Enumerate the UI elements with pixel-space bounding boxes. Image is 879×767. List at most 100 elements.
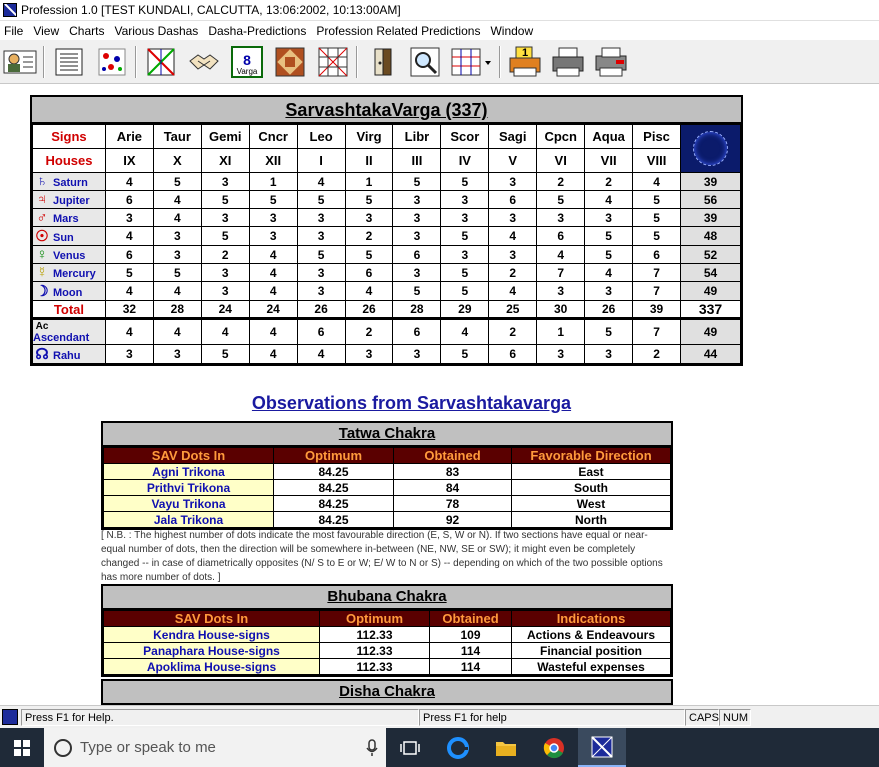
value-cell: 3	[152, 245, 202, 264]
stars-chart-button[interactable]	[94, 44, 130, 80]
value-cell: 2	[488, 317, 538, 345]
chakra-cell: 84.25	[273, 463, 394, 480]
chakra-cell: 83	[393, 463, 512, 480]
start-button[interactable]	[0, 728, 44, 767]
planet-label-cell: ♂ Mars	[32, 208, 106, 227]
value-cell: 3	[392, 190, 442, 209]
taskbar-search-box[interactable]: Type or speak to me	[44, 728, 386, 767]
planet-row: ☊ Rahu 3 3 5 4 4 3 3 5 6 3 3 2 44	[32, 344, 741, 364]
chakra-cell: Agni Trikona	[103, 463, 274, 480]
value-cell: 5	[104, 263, 154, 282]
houses-label: Houses	[32, 148, 106, 173]
chakra-cell: Prithvi Trikona	[103, 479, 274, 496]
menu-file[interactable]: File	[0, 24, 29, 38]
chakra-cell: North	[511, 511, 671, 528]
planet-row: ☽ Moon 4 4 3 4 3 4 5 5 4 3 3 7 49	[32, 281, 741, 301]
magnifier-button[interactable]	[407, 44, 443, 80]
value-cell: 1	[536, 317, 586, 345]
toolbar-separator	[356, 45, 358, 78]
planet-name: Mars	[53, 213, 79, 225]
value-cell: 5	[584, 245, 634, 264]
bhubana-rows: Kendra House-signs 112.33 109 Actions & End…	[103, 626, 671, 675]
planet-symbol-icon: ♀	[36, 246, 48, 263]
total-cell: 26	[584, 300, 634, 319]
chakra-cell: Wasteful expenses	[511, 658, 671, 675]
person-card-button[interactable]	[2, 44, 38, 80]
varga-button[interactable]: 8 Varga	[229, 44, 265, 80]
sign-cell: Aqua	[584, 124, 634, 149]
value-cell: 3	[296, 226, 346, 246]
row-total-cell: 44	[680, 344, 741, 364]
value-cell: 3	[200, 208, 250, 227]
planet-symbol-icon: ☊	[35, 346, 49, 363]
sign-cell: Taur	[152, 124, 202, 149]
print-number: 1	[521, 46, 529, 59]
status-num: NUM	[719, 708, 751, 726]
printer-setup-icon	[595, 47, 627, 76]
bhubana-title: Bhubana Chakra	[103, 586, 671, 610]
value-cell: 1	[248, 172, 298, 191]
print-preview-button[interactable]: 1	[507, 44, 543, 80]
print-setup-button[interactable]	[593, 44, 629, 80]
chakra-cell: Actions & Endeavours	[511, 626, 671, 643]
value-cell: 3	[536, 344, 586, 364]
value-cell: 5	[632, 226, 682, 246]
chakra-cell: 92	[393, 511, 512, 528]
value-cell: 3	[104, 208, 154, 227]
planet-label-cell: AcAscendant	[32, 317, 106, 345]
value-cell: 3	[584, 208, 634, 227]
planet-name: Rahu	[53, 350, 81, 362]
menu-window[interactable]: Window	[486, 24, 539, 38]
stars-chart-icon	[98, 48, 126, 75]
value-cell: 5	[344, 245, 394, 264]
planet-label-cell: ♃ Jupiter	[32, 190, 106, 209]
handshake-button[interactable]	[186, 44, 222, 80]
cross-chart-button[interactable]	[143, 44, 179, 80]
row-total-cell: 49	[680, 317, 741, 345]
chakra-cell: East	[511, 463, 671, 480]
taskbar-profession-app[interactable]	[578, 728, 626, 767]
table-dropdown-icon	[451, 48, 491, 75]
report-view[interactable]: SarvashtakaVarga (337) Signs Arie Taur G…	[0, 85, 879, 705]
menu-various-dashas[interactable]: Various Dashas	[110, 24, 204, 38]
menu-dasha-predictions[interactable]: Dasha-Predictions	[204, 24, 312, 38]
planet-name: Mercury	[53, 268, 96, 280]
chakra-cell: Panaphara House-signs	[103, 642, 320, 659]
value-cell: 3	[440, 245, 490, 264]
taskbar-file-explorer[interactable]	[482, 728, 530, 767]
value-cell: 3	[200, 263, 250, 282]
value-cell: 5	[200, 226, 250, 246]
microphone-icon[interactable]	[366, 738, 378, 757]
value-cell: 4	[440, 317, 490, 345]
value-cell: 3	[392, 208, 442, 227]
table-dropdown-button[interactable]	[450, 44, 494, 80]
chrome-icon	[543, 737, 564, 758]
taskbar-edge[interactable]	[434, 728, 482, 767]
notebook-button[interactable]	[51, 44, 87, 80]
signs-label: Signs	[32, 124, 106, 149]
mandala-button[interactable]	[272, 44, 308, 80]
menu-profession-predictions[interactable]: Profession Related Predictions	[312, 24, 486, 38]
grid-chart-button[interactable]	[315, 44, 351, 80]
value-cell: 3	[296, 281, 346, 301]
extra-rows: AcAscendant 4 4 4 4 6 2 6 4 2 1 5 7 49 ☊ Rahu 3 3 5 4 4 3 3 5 6 3…	[32, 317, 741, 364]
planet-row: ☿ Mercury 5 5 3 4 3 6 3 5 2 7 4 7 54	[32, 263, 741, 282]
exit-button[interactable]	[364, 44, 400, 80]
house-cell: VIII	[632, 148, 682, 173]
value-cell: 4	[296, 344, 346, 364]
task-view-button[interactable]	[386, 728, 434, 767]
print-button[interactable]	[550, 44, 586, 80]
value-cell: 4	[632, 172, 682, 191]
menu-charts[interactable]: Charts	[65, 24, 110, 38]
header-cell: Obtained	[429, 610, 512, 627]
menu-bar: File View Charts Various Dashas Dasha-Pr…	[0, 21, 879, 40]
menu-view[interactable]: View	[29, 24, 65, 38]
value-cell: 3	[248, 226, 298, 246]
taskbar-chrome[interactable]	[530, 728, 578, 767]
value-cell: 2	[632, 344, 682, 364]
sign-cell: Virg	[344, 124, 394, 149]
value-cell: 4	[248, 281, 298, 301]
app-icon[interactable]	[3, 3, 17, 17]
house-cell: X	[152, 148, 202, 173]
value-cell: 5	[584, 226, 634, 246]
